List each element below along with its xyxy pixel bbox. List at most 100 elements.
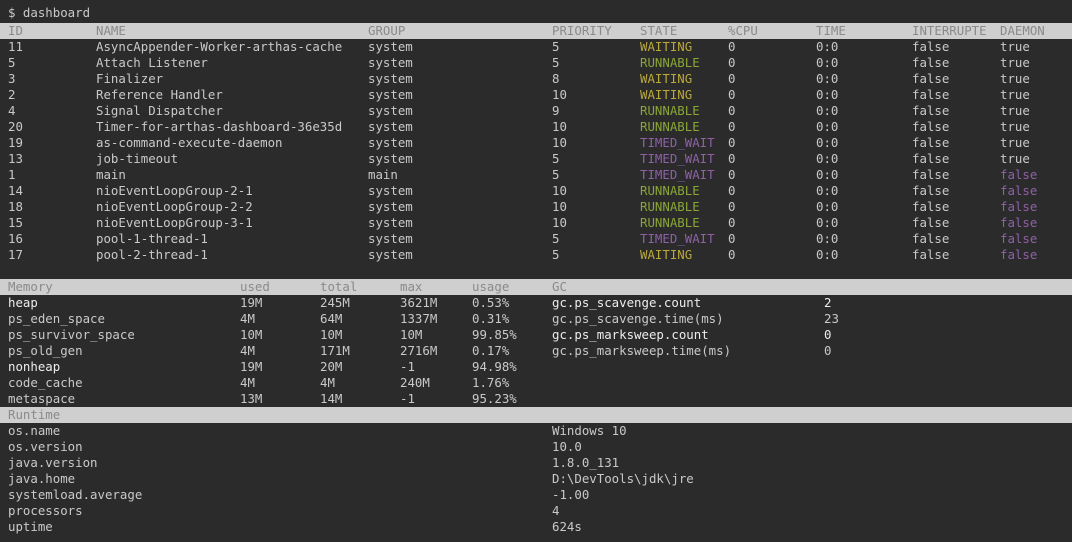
- thread-row[interactable]: 20 Timer-for-arthas-dashboard-36e35d syste…: [0, 119, 1072, 135]
- thread-row[interactable]: 16 pool-1-thread-1 system 5 TIMED_WAIT 0 0:0 fa…: [0, 231, 1072, 247]
- thread-group-cell: system: [368, 39, 413, 54]
- thread-name-cell: pool-2-thread-1: [96, 247, 208, 262]
- thread-row[interactable]: 2 Reference Handler system 10 WAITING 0 0:0 fal…: [0, 87, 1072, 103]
- thread-state-cell: TIMED_WAIT: [640, 151, 715, 166]
- thread-cpu-cell: 0: [728, 87, 736, 102]
- thread-row[interactable]: 4 Signal Dispatcher system 9 RUNNABLE 0 0:0 fal…: [0, 103, 1072, 119]
- thread-row[interactable]: 3 Finalizer system 8 WAITING 0 0:0 false true: [0, 71, 1072, 87]
- thread-name-cell: nioEventLoopGroup-2-1: [96, 183, 253, 198]
- thread-state-cell: TIMED_WAIT: [640, 231, 715, 246]
- thread-state-cell: TIMED_WAIT: [640, 167, 715, 182]
- memory-usage-cell: 99.85%: [472, 327, 517, 342]
- thread-name-cell: Signal Dispatcher: [96, 103, 223, 118]
- memory-name-cell: code_cache: [8, 375, 83, 390]
- thread-interrupted-cell: false: [912, 87, 950, 102]
- thread-header-cell: INTERRUPTE: [912, 23, 987, 38]
- runtime-key-cell: os.version: [8, 439, 83, 454]
- memory-row: code_cache 4M 4M 240M 1.76%: [0, 375, 1072, 391]
- thread-cpu-cell: 0: [728, 215, 736, 230]
- thread-id-cell: 16: [8, 231, 23, 246]
- memory-max-cell: 2716M: [400, 343, 438, 358]
- memory-header-cell: Memory: [8, 279, 53, 294]
- thread-time-cell: 0:0: [816, 87, 839, 102]
- thread-time-cell: 0:0: [816, 55, 839, 70]
- thread-time-cell: 0:0: [816, 215, 839, 230]
- memory-total-cell: 245M: [320, 295, 350, 310]
- memory-total-cell: 4M: [320, 375, 335, 390]
- thread-priority-cell: 5: [552, 151, 560, 166]
- thread-header-cell: DAEMON: [1000, 23, 1045, 38]
- thread-state-cell: RUNNABLE: [640, 103, 700, 118]
- thread-time-cell: 0:0: [816, 167, 839, 182]
- memory-used-cell: 19M: [240, 359, 263, 374]
- thread-header-cell: TIME: [816, 23, 846, 38]
- thread-cpu-cell: 0: [728, 55, 736, 70]
- thread-state-cell: RUNNABLE: [640, 183, 700, 198]
- thread-id-cell: 13: [8, 151, 23, 166]
- thread-priority-cell: 10: [552, 135, 567, 150]
- thread-group-cell: system: [368, 231, 413, 246]
- thread-priority-cell: 5: [552, 39, 560, 54]
- gc-name-cell: gc.ps_scavenge.count: [552, 295, 702, 310]
- thread-state-cell: WAITING: [640, 247, 693, 262]
- gc-header-cell: GC: [552, 279, 567, 294]
- thread-name-cell: Reference Handler: [96, 87, 223, 102]
- thread-state-cell: WAITING: [640, 87, 693, 102]
- thread-row[interactable]: 17 pool-2-thread-1 system 5 WAITING 0 0:0 false…: [0, 247, 1072, 263]
- thread-priority-cell: 8: [552, 71, 560, 86]
- thread-row[interactable]: 13 job-timeout system 5 TIMED_WAIT 0 0:0 false t…: [0, 151, 1072, 167]
- memory-header-cell: usage: [472, 279, 510, 294]
- thread-id-cell: 17: [8, 247, 23, 262]
- thread-row[interactable]: 18 nioEventLoopGroup-2-2 system 10 RUNNABLE 0…: [0, 199, 1072, 215]
- memory-row: nonheap 19M 20M -1 94.98%: [0, 359, 1072, 375]
- thread-priority-cell: 10: [552, 199, 567, 214]
- thread-priority-cell: 5: [552, 247, 560, 262]
- thread-name-cell: AsyncAppender-Worker-arthas-cache: [96, 39, 343, 54]
- thread-daemon-cell: false: [1000, 167, 1038, 182]
- thread-name-cell: pool-1-thread-1: [96, 231, 208, 246]
- thread-row[interactable]: 14 nioEventLoopGroup-2-1 system 10 RUNNABLE 0…: [0, 183, 1072, 199]
- thread-group-cell: system: [368, 199, 413, 214]
- thread-time-cell: 0:0: [816, 103, 839, 118]
- thread-cpu-cell: 0: [728, 199, 736, 214]
- memory-name-cell: metaspace: [8, 391, 76, 406]
- thread-interrupted-cell: false: [912, 199, 950, 214]
- thread-id-cell: 11: [8, 39, 23, 54]
- runtime-row: processors 4: [0, 503, 1072, 519]
- memory-max-cell: 3621M: [400, 295, 438, 310]
- runtime-value-cell: 10.0: [552, 439, 582, 454]
- memory-name-cell: ps_survivor_space: [8, 327, 135, 342]
- thread-time-cell: 0:0: [816, 151, 839, 166]
- thread-state-cell: RUNNABLE: [640, 55, 700, 70]
- runtime-header: Runtime: [0, 407, 1072, 423]
- memory-usage-cell: 95.23%: [472, 391, 517, 406]
- thread-header-cell: STATE: [640, 23, 678, 38]
- thread-priority-cell: 10: [552, 215, 567, 230]
- thread-interrupted-cell: false: [912, 231, 950, 246]
- thread-cpu-cell: 0: [728, 103, 736, 118]
- thread-daemon-cell: true: [1000, 55, 1030, 70]
- runtime-row: uptime 624s: [0, 519, 1072, 535]
- runtime-key-cell: uptime: [8, 519, 53, 534]
- thread-daemon-cell: true: [1000, 71, 1030, 86]
- memory-header-cell: used: [240, 279, 270, 294]
- runtime-value-cell: 4: [552, 503, 560, 518]
- thread-daemon-cell: false: [1000, 231, 1038, 246]
- thread-row[interactable]: 19 as-command-execute-daemon system 10 TIMED…: [0, 135, 1072, 151]
- thread-state-cell: RUNNABLE: [640, 119, 700, 134]
- memory-max-cell: 10M: [400, 327, 423, 342]
- thread-daemon-cell: true: [1000, 151, 1030, 166]
- thread-row[interactable]: 1 main main 5 TIMED_WAIT 0 0:0 false false: [0, 167, 1072, 183]
- thread-row[interactable]: 11 AsyncAppender-Worker-arthas-cache syste…: [0, 39, 1072, 55]
- thread-name-cell: Finalizer: [96, 71, 164, 86]
- thread-row[interactable]: 15 nioEventLoopGroup-3-1 system 10 RUNNABLE 0…: [0, 215, 1072, 231]
- thread-priority-cell: 10: [552, 183, 567, 198]
- thread-row[interactable]: 5 Attach Listener system 5 RUNNABLE 0 0:0 false…: [0, 55, 1072, 71]
- runtime-key-cell: systemload.average: [8, 487, 143, 502]
- runtime-row: systemload.average -1.00: [0, 487, 1072, 503]
- thread-name-cell: nioEventLoopGroup-2-2: [96, 199, 253, 214]
- thread-time-cell: 0:0: [816, 247, 839, 262]
- thread-group-cell: system: [368, 87, 413, 102]
- thread-name-cell: job-timeout: [96, 151, 179, 166]
- thread-priority-cell: 5: [552, 55, 560, 70]
